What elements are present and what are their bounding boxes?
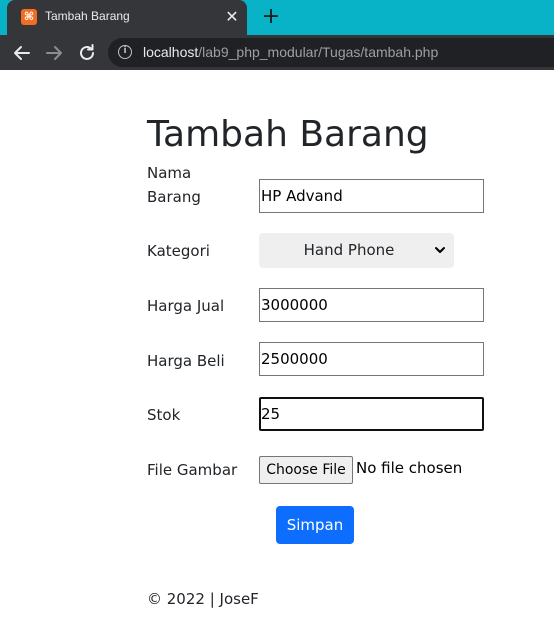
nama-label-line2: Barang (147, 188, 201, 206)
reload-icon[interactable] (74, 40, 100, 66)
forward-arrow-icon[interactable] (41, 40, 67, 66)
tab-title: Tambah Barang (45, 9, 130, 23)
file-gambar-label: File Gambar (147, 461, 238, 479)
footer-text: © 2022 | JoseF (147, 590, 259, 608)
kategori-select[interactable]: Hand Phone (259, 233, 454, 268)
url-path: /lab9_php_modular/Tugas/tambah.php (198, 44, 439, 60)
browser-toolbar: i localhost/lab9_php_modular/Tugas/tamba… (0, 35, 554, 70)
xampp-favicon-icon: ⌘ (21, 9, 37, 25)
chevron-down-icon (433, 233, 447, 268)
tab-close-icon[interactable]: ✕ (224, 7, 240, 27)
address-bar[interactable]: i localhost/lab9_php_modular/Tugas/tamba… (108, 38, 554, 67)
harga-jual-label: Harga Jual (147, 297, 225, 315)
back-arrow-icon[interactable] (9, 40, 35, 66)
page-content: Tambah Barang Nama Barang HP Advand Kate… (0, 70, 554, 618)
choose-file-button[interactable]: Choose File (259, 456, 353, 484)
harga-beli-label: Harga Beli (147, 352, 225, 370)
url-host: localhost (143, 44, 199, 60)
harga-beli-input[interactable]: 2500000 (259, 342, 484, 376)
stok-label: Stok (147, 406, 181, 424)
info-icon[interactable]: i (118, 45, 132, 59)
simpan-button[interactable]: Simpan (276, 506, 354, 544)
browser-tab-bar: ⌘ Tambah Barang ✕ + (0, 0, 554, 35)
kategori-selected-value: Hand Phone (303, 241, 395, 259)
nama-barang-label: Nama Barang (147, 161, 227, 209)
url-text: localhost/lab9_php_modular/Tugas/tambah.… (143, 44, 438, 60)
browser-tab[interactable]: ⌘ Tambah Barang ✕ (7, 0, 247, 35)
kategori-label: Kategori (147, 242, 210, 260)
nama-barang-input[interactable]: HP Advand (259, 179, 484, 213)
stok-input[interactable]: 25 (259, 397, 484, 431)
harga-jual-input[interactable]: 3000000 (259, 288, 484, 322)
file-status-text: No file chosen (356, 459, 463, 477)
nama-label-line1: Nama (147, 164, 192, 182)
page-title: Tambah Barang (147, 114, 429, 155)
new-tab-icon[interactable]: + (259, 4, 283, 30)
